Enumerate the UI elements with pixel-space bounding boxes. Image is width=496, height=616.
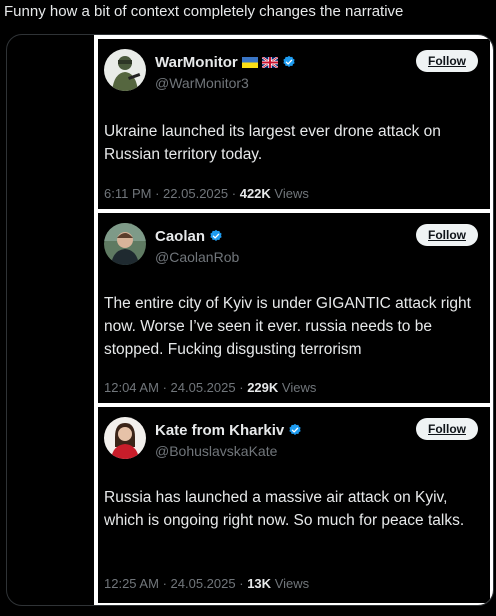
tweet-time[interactable]: 12:25 AM — [104, 576, 159, 591]
tweet-text: Russia has launched a massive air attack… — [104, 489, 465, 529]
avatar[interactable] — [104, 417, 146, 459]
verified-badge-icon — [289, 423, 301, 435]
author-name[interactable]: Caolan — [155, 228, 205, 245]
tweet-time[interactable]: 12:04 AM — [104, 380, 159, 395]
follow-button[interactable]: Follow — [416, 224, 478, 246]
follow-button[interactable]: Follow — [416, 50, 478, 72]
tweet-screenshot-stack: WarMonitor @WarMonitor3 Follow Ukraine l… — [94, 35, 493, 605]
tweet-card-kate: Kate from Kharkiv @BohuslavskaKate Follo… — [98, 407, 490, 603]
tweet-text: Ukraine launched its largest ever drone … — [104, 123, 441, 163]
follow-button[interactable]: Follow — [416, 418, 478, 440]
views-label: Views — [274, 576, 310, 591]
post-image[interactable]: WarMonitor @WarMonitor3 Follow Ukraine l… — [6, 34, 494, 606]
views-count: 13K — [247, 576, 272, 591]
views-count: 422K — [239, 186, 271, 201]
tweet-meta: 12:04 AM · 24.05.2025 · 229K Views — [104, 380, 317, 395]
author-name-row: WarMonitor — [155, 52, 296, 72]
views-label: Views — [274, 186, 309, 201]
verified-badge-icon — [283, 55, 295, 67]
tweet-card-warmonitor: WarMonitor @WarMonitor3 Follow Ukraine l… — [98, 39, 490, 209]
author-name[interactable]: Kate from Kharkiv — [155, 422, 284, 439]
post-caption: Funny how a bit of context completely ch… — [4, 3, 404, 20]
verified-badge-icon — [210, 229, 222, 241]
author-handle[interactable]: @BohuslavskaKate — [155, 443, 277, 459]
ukraine-flag-icon — [241, 56, 258, 68]
tweet-card-caolan: Caolan @CaolanRob Follow The entire city… — [98, 213, 490, 403]
uk-flag-icon — [261, 56, 278, 68]
author-name-row: Kate from Kharkiv — [155, 420, 302, 440]
tweet-meta: 12:25 AM · 24.05.2025 · 13K Views — [104, 576, 310, 591]
tweet-time[interactable]: 6:11 PM — [104, 186, 151, 201]
tweet-meta: 6:11 PM · 22.05.2025 · 422K Views — [104, 186, 309, 201]
avatar[interactable] — [104, 49, 146, 91]
tweet-date[interactable]: 24.05.2025 — [171, 576, 236, 591]
avatar[interactable] — [104, 223, 146, 265]
author-name-row: Caolan — [155, 226, 223, 246]
author-handle[interactable]: @WarMonitor3 — [155, 75, 249, 91]
views-count: 229K — [247, 380, 279, 395]
views-label: Views — [281, 380, 317, 395]
author-handle[interactable]: @CaolanRob — [155, 249, 239, 265]
tweet-text: The entire city of Kyiv is under GIGANTI… — [104, 295, 471, 358]
author-name[interactable]: WarMonitor — [155, 54, 238, 71]
tweet-date[interactable]: 22.05.2025 — [163, 186, 228, 201]
tweet-date[interactable]: 24.05.2025 — [171, 380, 236, 395]
